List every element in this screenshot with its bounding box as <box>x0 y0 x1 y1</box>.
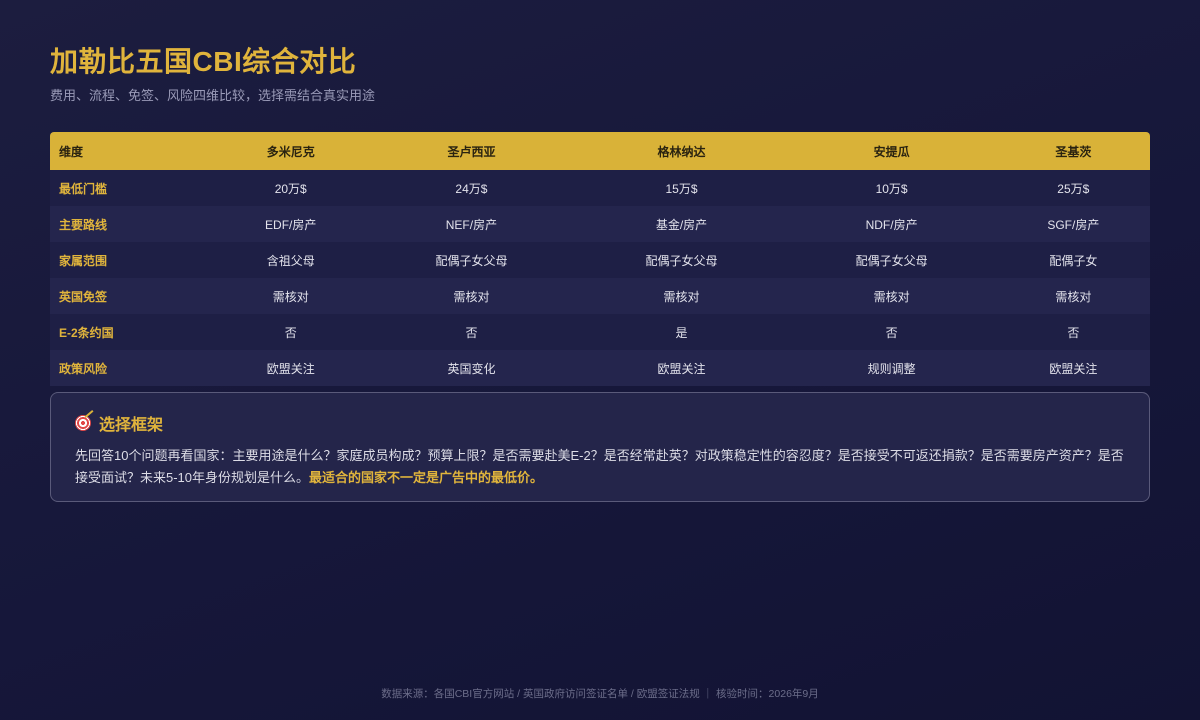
table-cell: 配偶子女父母 <box>435 253 508 268</box>
table-cell: 英国变化 <box>447 361 496 376</box>
callout-header: 选择框架 <box>75 411 1125 435</box>
table-cell: 15万$ <box>665 181 698 196</box>
table-row: E-2条约国 否 否 是 否 否 <box>50 314 1150 350</box>
table-cell: NDF/房产 <box>865 217 918 232</box>
table-cell: 需核对 <box>873 289 910 304</box>
table-row: 最低门槛 20万$ 24万$ 15万$ 10万$ 25万$ <box>50 170 1150 206</box>
table-cell: 25万$ <box>1057 181 1090 196</box>
source-footer: 数据来源：各国CBI官方网站 / 英国政府访问签证名单 / 欧盟签证法规 ｜ 核… <box>381 688 819 700</box>
selection-framework-card: 选择框架 先回答10个问题再看国家：主要用途是什么？家庭成员构成？预算上限？是否… <box>50 392 1150 502</box>
table-cell: 配偶子女父母 <box>645 253 718 268</box>
table-cell: 20万$ <box>274 181 307 196</box>
row-label: 家属范围 <box>59 253 108 268</box>
callout-text: 先回答10个问题再看国家：主要用途是什么？家庭成员构成？预算上限？是否需要赴美E… <box>75 448 1124 485</box>
target-icon <box>75 415 91 431</box>
header-saint-lucia: 圣卢西亚 <box>447 144 496 159</box>
header-saint-kitts: 圣基茨 <box>1055 144 1092 159</box>
table-cell: 否 <box>1067 325 1080 340</box>
table-cell: 欧盟关注 <box>266 361 315 376</box>
table-cell: 需核对 <box>1055 289 1092 304</box>
header-grenada: 格林纳达 <box>657 144 706 159</box>
table-row: 主要路线 EDF/房产 NEF/房产 基金/房产 NDF/房产 SGF/房产 <box>50 206 1150 242</box>
table-cell: 规则调整 <box>867 361 916 376</box>
table-cell: 需核对 <box>663 289 700 304</box>
callout-title: 选择框架 <box>99 417 164 434</box>
table-cell: EDF/房产 <box>265 217 317 232</box>
table-cell: 配偶子女父母 <box>855 253 928 268</box>
table-cell: 基金/房产 <box>655 217 708 232</box>
table-cell: 欧盟关注 <box>657 361 706 376</box>
row-label: E-2条约国 <box>59 325 114 340</box>
header-dimension: 维度 <box>59 144 84 159</box>
table-cell: 是 <box>675 325 688 340</box>
header-dominica: 多米尼克 <box>266 144 315 159</box>
table-cell: 需核对 <box>272 289 309 304</box>
row-label: 英国免签 <box>59 289 108 304</box>
table-cell: 24万$ <box>455 181 488 196</box>
table-row: 家属范围 含祖父母 配偶子女父母 配偶子女父母 配偶子女父母 配偶子女 <box>50 242 1150 278</box>
table-cell: 需核对 <box>453 289 490 304</box>
table-cell: 否 <box>284 325 297 340</box>
page-title: 加勒比五国CBI综合对比 <box>50 46 357 77</box>
table-cell: NEF/房产 <box>445 217 498 232</box>
row-label: 主要路线 <box>59 217 108 232</box>
table-cell: 含祖父母 <box>266 253 315 268</box>
table-cell: 配偶子女 <box>1049 253 1098 268</box>
table-cell: SGF/房产 <box>1047 217 1100 232</box>
row-label: 最低门槛 <box>59 181 108 196</box>
header-antigua: 安提瓜 <box>873 144 910 159</box>
table-row: 英国免签 需核对 需核对 需核对 需核对 需核对 <box>50 278 1150 314</box>
callout-highlight: 最适合的国家不一定是广告中的最低价。 <box>309 470 544 485</box>
table-cell: 10万$ <box>875 181 908 196</box>
table-cell: 否 <box>465 325 478 340</box>
table-cell: 欧盟关注 <box>1049 361 1098 376</box>
page-subtitle: 费用、流程、免签、风险四维比较，选择需结合真实用途 <box>50 88 376 103</box>
row-label: 政策风险 <box>59 361 108 376</box>
comparison-table: 维度 多米尼克 圣卢西亚 格林纳达 安提瓜 圣基茨 最低门槛 20万$ 24万$… <box>50 132 1150 386</box>
callout-body: 先回答10个问题再看国家：主要用途是什么？家庭成员构成？预算上限？是否需要赴美E… <box>75 445 1125 489</box>
table-header-row: 维度 多米尼克 圣卢西亚 格林纳达 安提瓜 圣基茨 <box>50 132 1150 170</box>
table-cell: 否 <box>885 325 898 340</box>
table-row: 政策风险 欧盟关注 英国变化 欧盟关注 规则调整 欧盟关注 <box>50 350 1150 386</box>
